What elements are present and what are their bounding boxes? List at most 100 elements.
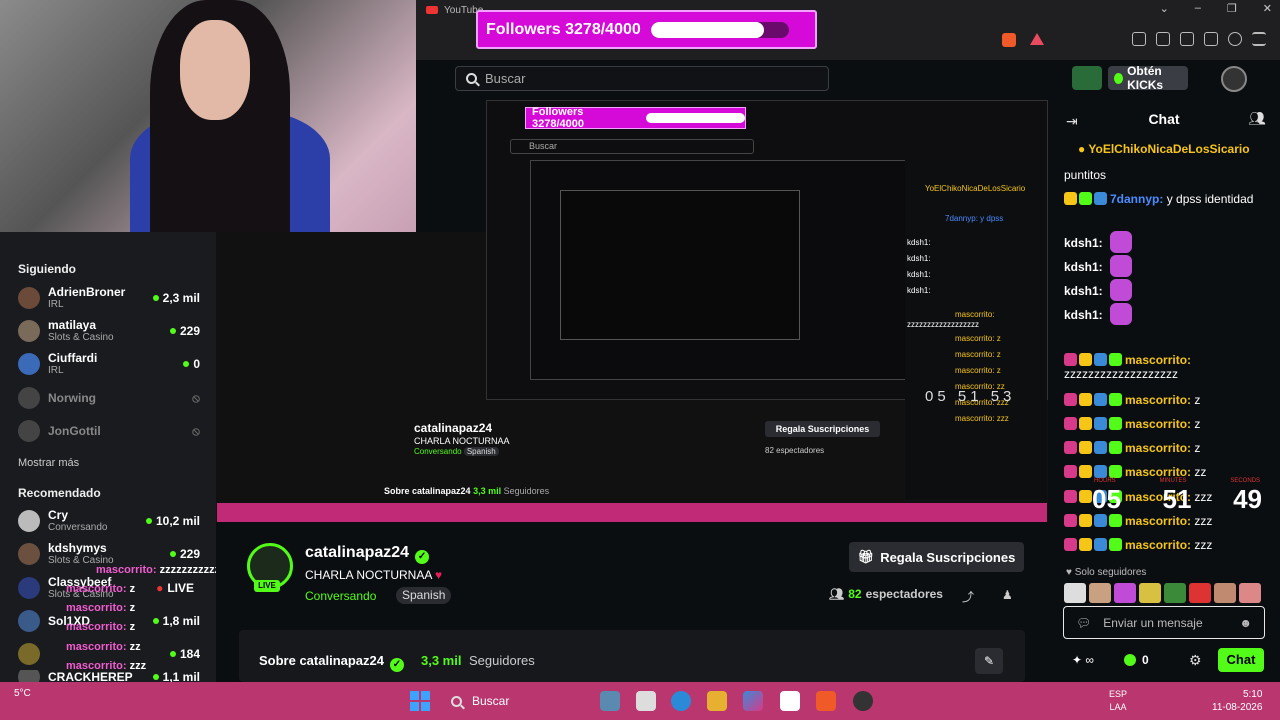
show-more-link[interactable]: Mostrar más: [18, 457, 79, 469]
close-button[interactable]: ✕: [1263, 2, 1272, 15]
pinned-user[interactable]: ● YoElChikoNicaDeLosSicario: [1078, 142, 1268, 158]
brave-shield-icon[interactable]: [1002, 33, 1016, 47]
search-placeholder: Buscar: [485, 71, 526, 86]
chat-username[interactable]: 7dannyp:: [1110, 192, 1163, 206]
language-indicator[interactable]: ESP LAA: [1109, 688, 1127, 714]
chat-input[interactable]: 💬︎ Enviar un mensaje ☻: [1063, 606, 1265, 639]
maximize-button[interactable]: ❐: [1227, 2, 1237, 15]
emote[interactable]: [1089, 583, 1111, 603]
language-tag[interactable]: Spanish: [396, 587, 452, 604]
emote[interactable]: [1214, 583, 1236, 603]
start-button[interactable]: [410, 691, 430, 711]
recursion-streamer-name: catalinapaz24: [414, 421, 493, 435]
store-icon[interactable]: [780, 691, 800, 711]
search-icon: [451, 695, 462, 707]
chat-username[interactable]: mascorrito:: [1125, 353, 1191, 367]
chat-settings-icon[interactable]: ⚙: [1189, 652, 1202, 669]
share-icon[interactable]: ⤴: [962, 588, 974, 604]
following-heading: Siguiendo: [18, 262, 76, 276]
search-icon: [466, 73, 477, 84]
edit-button[interactable]: ✎: [975, 648, 1003, 674]
minimize-button[interactable]: –: [1195, 2, 1201, 15]
chat-text: zz: [1194, 465, 1207, 479]
chat-username[interactable]: kdsh1:: [1064, 260, 1103, 274]
sidebar-item-cry[interactable]: Cry Conversando 10,2 mil: [18, 507, 208, 535]
wallet-icon[interactable]: [1180, 32, 1194, 46]
get-kicks-button[interactable]: Obtén KICKs: [1108, 64, 1188, 92]
emoji-icon[interactable]: ☻: [1239, 616, 1252, 630]
edge-icon[interactable]: [671, 691, 691, 711]
offline-icon: ⦸: [192, 423, 200, 438]
chat-username[interactable]: mascorrito:: [1125, 538, 1191, 552]
extensions-icon[interactable]: [1132, 32, 1146, 46]
verified-icon: ✓: [390, 658, 404, 672]
chat-username[interactable]: kdsh1:: [1064, 308, 1103, 322]
stream-title: CHARLA NOCTURNAA ♥: [305, 568, 443, 582]
chat-text: puntitos: [1064, 168, 1107, 182]
copilot-icon[interactable]: [743, 691, 763, 711]
chat-message: kdsh1:: [1064, 255, 1270, 277]
channel-points[interactable]: ✦ ∞: [1072, 653, 1094, 667]
widgets-app-icon[interactable]: [600, 691, 620, 711]
kick-coin-icon: [1124, 654, 1136, 666]
taskbar-clock[interactable]: 5:10 11-08-2026: [1212, 688, 1262, 714]
emote: [1110, 231, 1133, 253]
chat-username[interactable]: mascorrito:: [1125, 393, 1191, 407]
brave-rewards-icon[interactable]: [1030, 33, 1044, 45]
emote[interactable]: [1189, 583, 1211, 603]
sidebar-item-jongottil[interactable]: JonGottil ⦸: [18, 417, 208, 445]
sidebar-item-ciuffardi[interactable]: Ciuffardi IRL 0: [18, 350, 208, 378]
chat-username[interactable]: kdsh1:: [1064, 284, 1103, 298]
chat-username[interactable]: mascorrito:: [1125, 465, 1191, 479]
gift-subscriptions-button[interactable]: 🎁︎ Regala Suscripciones: [849, 542, 1024, 572]
chat-message: mascorrito: zzz: [1064, 514, 1270, 528]
chat-username[interactable]: mascorrito:: [1125, 417, 1191, 431]
chevron-down-icon[interactable]: ⌄: [1160, 2, 1169, 15]
avatar: [18, 287, 40, 309]
chat-users-icon[interactable]: 👥︎: [1248, 110, 1266, 127]
chat-username[interactable]: mascorrito:: [1125, 441, 1191, 455]
follow-icon[interactable]: ♟: [1002, 588, 1014, 602]
chat-username[interactable]: mascorrito:: [1125, 514, 1191, 528]
obs-icon[interactable]: [853, 691, 873, 711]
emote[interactable]: [1139, 583, 1161, 603]
chat-username[interactable]: kdsh1:: [1064, 236, 1103, 250]
followers-label: Seguidores: [469, 653, 535, 668]
avatar: [18, 353, 40, 375]
search-input[interactable]: Buscar: [455, 66, 829, 91]
avatar: [18, 420, 40, 442]
chat-text: z: [1194, 441, 1201, 455]
avatar: [18, 387, 40, 409]
emote[interactable]: [1239, 583, 1261, 603]
sidebar-item-matilaya[interactable]: matilaya Slots & Casino 229: [18, 317, 208, 345]
weather-widget[interactable]: 5°C: [14, 688, 31, 699]
chat-message: mascorrito: zzz: [1064, 538, 1270, 552]
heart-icon: ♥: [435, 568, 443, 582]
file-app-icon[interactable]: [636, 691, 656, 711]
kicks-balance[interactable]: 0: [1124, 653, 1149, 667]
chat-title: Chat: [1148, 111, 1180, 127]
user-avatar[interactable]: [1221, 66, 1247, 92]
user-badges: [1064, 417, 1122, 430]
sidebar-icon[interactable]: [1156, 32, 1170, 46]
channel-name: Norwing: [48, 390, 96, 405]
bookmarks-icon[interactable]: [1204, 32, 1218, 46]
folder-icon[interactable]: [707, 691, 727, 711]
followers-only-notice: ♥ Solo seguidores: [1066, 567, 1147, 578]
kick-logo-button[interactable]: [1072, 66, 1102, 90]
emote[interactable]: [1164, 583, 1186, 603]
recursion-viewers: 82 espectadores: [765, 446, 825, 455]
taskbar-search[interactable]: Buscar: [441, 690, 581, 712]
menu-icon[interactable]: [1252, 32, 1266, 46]
vpn-icon[interactable]: [1228, 32, 1242, 46]
emote[interactable]: [1114, 583, 1136, 603]
brave-icon[interactable]: [816, 691, 836, 711]
sidebar-item-adrienbroner[interactable]: AdrienBroner IRL 2,3 mil: [18, 284, 208, 312]
emote[interactable]: [1064, 583, 1086, 603]
streamer-name[interactable]: catalinapaz24 ✓: [305, 544, 430, 564]
stream-category-link[interactable]: Conversando: [305, 589, 376, 603]
send-chat-button[interactable]: Chat: [1218, 648, 1264, 672]
user-badges: [1064, 192, 1107, 205]
channel-name: JonGottil: [48, 423, 101, 438]
sidebar-item-norwing[interactable]: Norwing ⦸: [18, 384, 208, 412]
